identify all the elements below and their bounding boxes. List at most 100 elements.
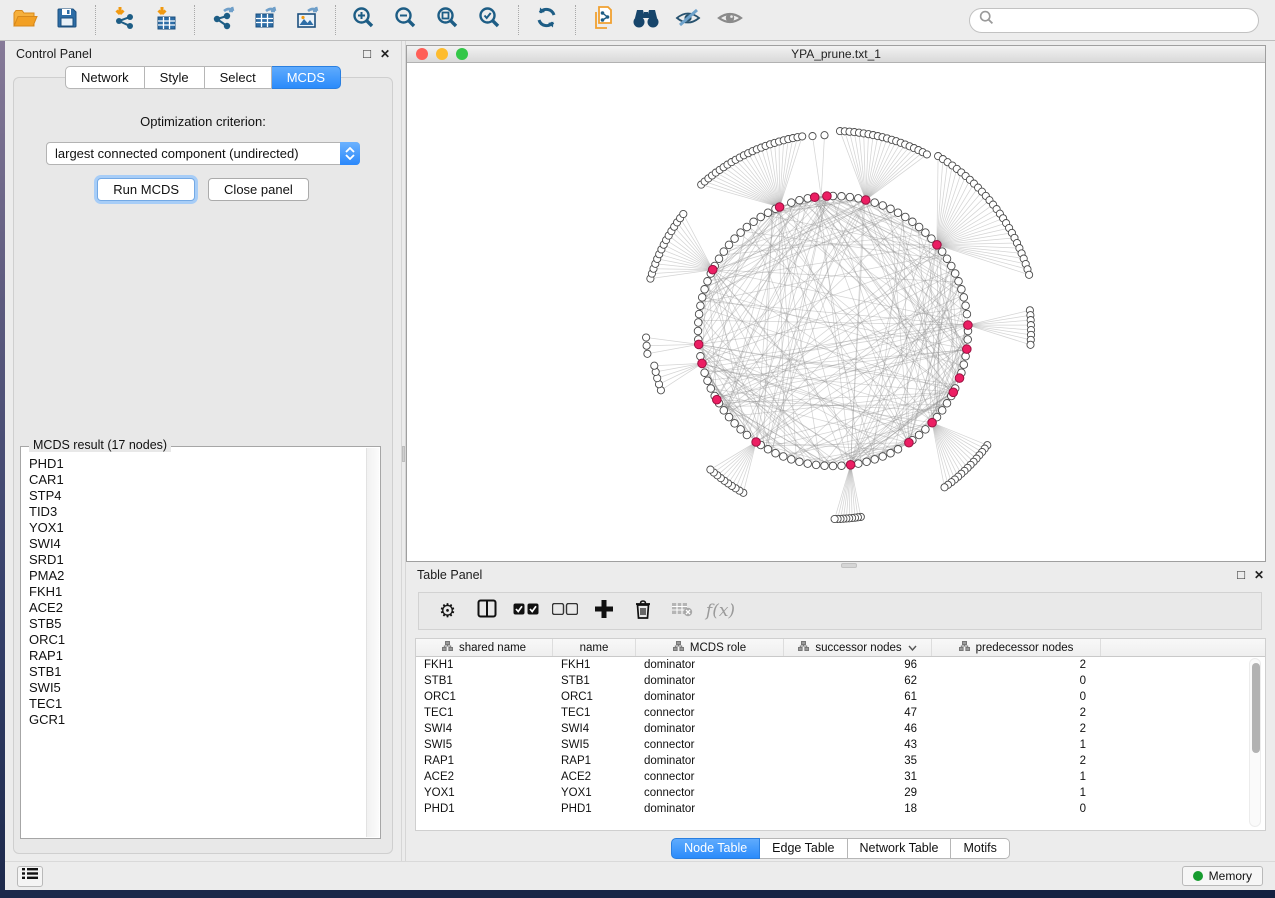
table-row[interactable]: TEC1TEC1connector472 [416,705,1265,721]
cell-MCDS-role[interactable]: connector [636,771,784,783]
cell-name[interactable]: ACE2 [553,771,636,783]
cell-name[interactable]: TEC1 [553,707,636,719]
search-field[interactable] [969,8,1259,33]
table-row[interactable]: STB1STB1dominator620 [416,673,1265,689]
cell-predecessor-nodes[interactable]: 2 [932,723,1101,735]
tab-network-table[interactable]: Network Table [848,838,952,859]
cell-predecessor-nodes[interactable]: 2 [932,707,1101,719]
cell-name[interactable]: STB1 [553,675,636,687]
tab-network[interactable]: Network [65,66,145,89]
delete-entry-button[interactable] [623,599,662,624]
cell-successor-nodes[interactable]: 96 [784,659,932,671]
cell-successor-nodes[interactable]: 62 [784,675,932,687]
mcds-result-item[interactable]: SWI4 [29,536,366,552]
cell-predecessor-nodes[interactable]: 1 [932,739,1101,751]
close-panel-icon[interactable]: ✕ [380,48,390,60]
table-row[interactable]: PHD1PHD1dominator180 [416,801,1265,817]
cell-shared-name[interactable]: PHD1 [416,803,553,815]
search-input[interactable] [1000,13,1249,28]
table-row[interactable]: FKH1FKH1dominator962 [416,657,1265,673]
tab-node-table[interactable]: Node Table [671,838,760,859]
table-row[interactable]: SWI4SWI4dominator462 [416,721,1265,737]
mcds-result-item[interactable]: ACE2 [29,600,366,616]
zoom-in-button[interactable] [343,3,385,37]
cell-successor-nodes[interactable]: 29 [784,787,932,799]
cell-MCDS-role[interactable]: dominator [636,723,784,735]
float-panel-icon[interactable]: □ [363,47,371,60]
cell-name[interactable]: RAP1 [553,755,636,767]
hide-selected-button[interactable] [667,3,709,37]
cell-name[interactable]: SWI5 [553,739,636,751]
column-header-shared-name[interactable]: shared name [416,639,553,656]
cell-MCDS-role[interactable]: dominator [636,659,784,671]
run-mcds-button[interactable]: Run MCDS [97,178,195,201]
cell-predecessor-nodes[interactable]: 0 [932,803,1101,815]
table-row[interactable]: ORC1ORC1dominator610 [416,689,1265,705]
new-network-from-selection-button[interactable] [583,3,625,37]
column-header-successor-nodes[interactable]: successor nodes [784,639,932,656]
export-network-button[interactable] [202,3,244,37]
cell-successor-nodes[interactable]: 61 [784,691,932,703]
first-neighbors-button[interactable] [625,3,667,37]
table-row[interactable]: RAP1RAP1dominator352 [416,753,1265,769]
tab-edge-table[interactable]: Edge Table [760,838,847,859]
cell-predecessor-nodes[interactable]: 2 [932,755,1101,767]
mcds-result-item[interactable]: PHD1 [29,456,366,472]
cell-name[interactable]: YOX1 [553,787,636,799]
cell-shared-name[interactable]: TEC1 [416,707,553,719]
table-row[interactable]: SWI5SWI5connector431 [416,737,1265,753]
import-network-button[interactable] [103,3,145,37]
cell-name[interactable]: FKH1 [553,659,636,671]
cell-name[interactable]: ORC1 [553,691,636,703]
close-table-panel-icon[interactable]: ✕ [1254,569,1264,581]
cell-MCDS-role[interactable]: connector [636,739,784,751]
column-header-MCDS-role[interactable]: MCDS role [636,639,784,656]
float-table-panel-icon[interactable]: □ [1237,568,1245,581]
table-settings-button[interactable]: ⚙ [428,600,467,622]
tab-mcds[interactable]: MCDS [272,66,341,89]
cell-MCDS-role[interactable]: connector [636,787,784,799]
cell-successor-nodes[interactable]: 46 [784,723,932,735]
mcds-result-item[interactable]: GCR1 [29,712,366,728]
cell-name[interactable]: SWI4 [553,723,636,735]
network-canvas[interactable] [407,63,1265,561]
close-panel-button[interactable]: Close panel [208,178,309,201]
task-history-button[interactable] [17,866,43,887]
cell-successor-nodes[interactable]: 35 [784,755,932,767]
cell-shared-name[interactable]: SWI4 [416,723,553,735]
cell-MCDS-role[interactable]: dominator [636,675,784,687]
table-scrollbar-thumb[interactable] [1252,663,1260,753]
open-file-button[interactable] [4,3,46,37]
column-header-name[interactable]: name [553,639,636,656]
mcds-result-item[interactable]: STP4 [29,488,366,504]
zoom-out-button[interactable] [385,3,427,37]
zoom-fit-button[interactable] [427,3,469,37]
cell-shared-name[interactable]: YOX1 [416,787,553,799]
cell-MCDS-role[interactable]: connector [636,707,784,719]
mcds-result-item[interactable]: TID3 [29,504,366,520]
cell-successor-nodes[interactable]: 18 [784,803,932,815]
mcds-result-item[interactable]: PMA2 [29,568,366,584]
zoom-selected-button[interactable] [469,3,511,37]
mcds-result-item[interactable]: TEC1 [29,696,366,712]
mcds-result-item[interactable]: SRD1 [29,552,366,568]
mcds-result-list[interactable]: PHD1CAR1STP4TID3YOX1SWI4SRD1PMA2FKH1ACE2… [22,448,366,837]
cell-name[interactable]: PHD1 [553,803,636,815]
mcds-result-item[interactable]: YOX1 [29,520,366,536]
cell-successor-nodes[interactable]: 47 [784,707,932,719]
refresh-button[interactable] [526,3,568,37]
cell-MCDS-role[interactable]: dominator [636,755,784,767]
mcds-result-item[interactable]: ORC1 [29,632,366,648]
tab-select[interactable]: Select [205,66,272,89]
network-window-titlebar[interactable]: YPA_prune.txt_1 [407,46,1265,63]
cell-predecessor-nodes[interactable]: 0 [932,675,1101,687]
cell-shared-name[interactable]: SWI5 [416,739,553,751]
select-all-button[interactable] [506,602,545,620]
tab-motifs[interactable]: Motifs [951,838,1009,859]
export-table-button[interactable] [244,3,286,37]
cell-shared-name[interactable]: ACE2 [416,771,553,783]
deselect-all-button[interactable] [545,602,584,620]
cell-predecessor-nodes[interactable]: 1 [932,787,1101,799]
cell-predecessor-nodes[interactable]: 1 [932,771,1101,783]
mcds-result-item[interactable]: SWI5 [29,680,366,696]
